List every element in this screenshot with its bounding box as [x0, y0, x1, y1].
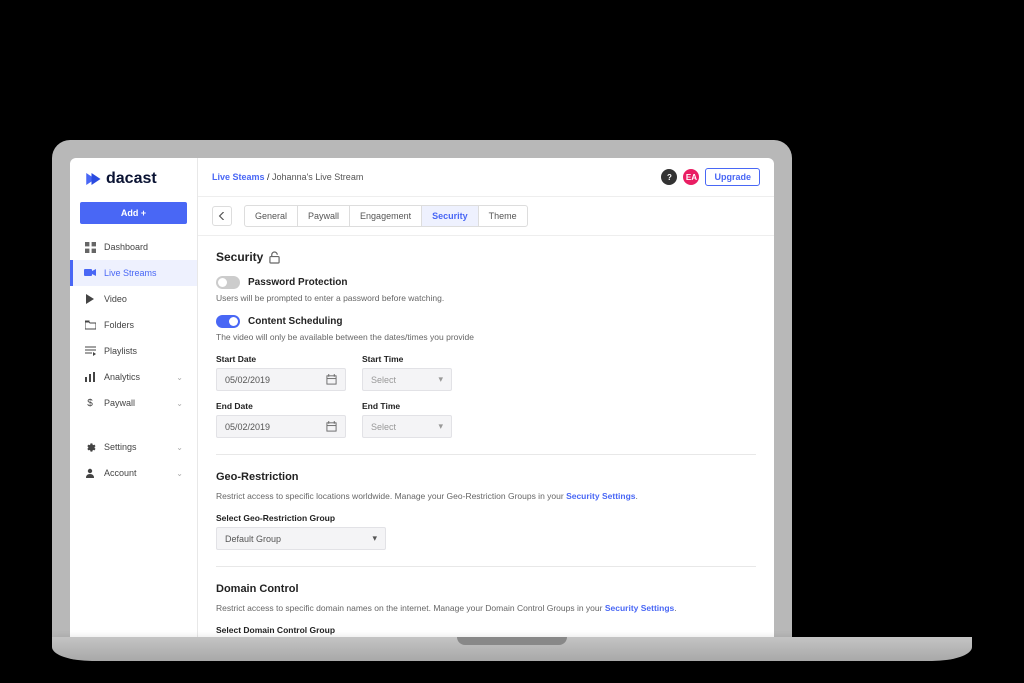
tab-general[interactable]: General [245, 206, 298, 226]
nav-account[interactable]: Account ⌄ [70, 460, 197, 486]
calendar-icon [326, 374, 337, 385]
camera-icon [84, 267, 96, 279]
nav-label: Analytics [104, 372, 140, 382]
tab-theme[interactable]: Theme [479, 206, 527, 226]
start-time-select[interactable]: Select ▾ [362, 368, 452, 391]
user-icon [84, 467, 96, 479]
security-heading: Security [216, 250, 756, 264]
chevron-down-icon: ⌄ [176, 399, 183, 408]
upgrade-button[interactable]: Upgrade [705, 168, 760, 186]
domain-select-label: Select Domain Control Group [216, 625, 756, 635]
nav-label: Folders [104, 320, 134, 330]
breadcrumb: Live Steams / Johanna's Live Stream [212, 172, 363, 182]
calendar-icon [326, 421, 337, 432]
sidebar: dacast Add + Dashboard Live Streams Vide… [70, 158, 198, 638]
nav-label: Account [104, 468, 137, 478]
brand-name: dacast [106, 170, 157, 188]
domain-heading: Domain Control [216, 583, 756, 595]
password-protection-label: Password Protection [248, 277, 347, 288]
dollar-icon: $ [84, 397, 96, 409]
chevron-down-icon: ⌄ [176, 373, 183, 382]
security-settings-link[interactable]: Security Settings [566, 491, 635, 501]
nav-label: Live Streams [104, 268, 157, 278]
tabbar: General Paywall Engagement Security Them… [198, 197, 774, 236]
nav-label: Video [104, 294, 127, 304]
nav-label: Settings [104, 442, 137, 452]
start-time-label: Start Time [362, 354, 452, 364]
end-time-label: End Time [362, 401, 452, 411]
tab-security[interactable]: Security [422, 206, 479, 226]
security-settings-link[interactable]: Security Settings [605, 603, 674, 613]
password-protection-desc: Users will be prompted to enter a passwo… [216, 293, 756, 303]
content-scheduling-label: Content Scheduling [248, 316, 342, 327]
chevron-down-icon: ⌄ [176, 443, 183, 452]
nav-label: Paywall [104, 398, 135, 408]
end-date-input[interactable]: 05/02/2019 [216, 415, 346, 438]
breadcrumb-parent[interactable]: Live Steams [212, 172, 265, 182]
content: Security Password Protection Users will … [198, 236, 774, 638]
geo-heading: Geo-Restriction [216, 471, 756, 483]
content-scheduling-row: Content Scheduling [216, 315, 756, 328]
nav-dashboard[interactable]: Dashboard [70, 234, 197, 260]
tabs: General Paywall Engagement Security Them… [244, 205, 528, 227]
nav-playlists[interactable]: Playlists [70, 338, 197, 364]
dashboard-icon [84, 241, 96, 253]
nav-label: Dashboard [104, 242, 148, 252]
nav-paywall[interactable]: $ Paywall ⌄ [70, 390, 197, 416]
back-button[interactable] [212, 206, 232, 226]
content-scheduling-toggle[interactable] [216, 315, 240, 328]
nav-analytics[interactable]: Analytics ⌄ [70, 364, 197, 390]
geo-desc: Restrict access to specific locations wo… [216, 491, 756, 501]
topbar: Live Steams / Johanna's Live Stream ? EA… [198, 158, 774, 197]
tab-engagement[interactable]: Engagement [350, 206, 422, 226]
start-date-label: Start Date [216, 354, 346, 364]
gear-icon [84, 441, 96, 453]
password-protection-row: Password Protection [216, 276, 756, 289]
lock-open-icon [269, 251, 280, 264]
chevron-down-icon: ⌄ [176, 469, 183, 478]
caret-down-icon: ▾ [372, 533, 377, 544]
nav-settings[interactable]: Settings ⌄ [70, 434, 197, 460]
divider [216, 454, 756, 455]
avatar[interactable]: EA [683, 169, 699, 185]
nav-live-streams[interactable]: Live Streams [70, 260, 197, 286]
end-time-select[interactable]: Select ▾ [362, 415, 452, 438]
add-button[interactable]: Add + [80, 202, 187, 224]
play-icon [84, 293, 96, 305]
domain-desc: Restrict access to specific domain names… [216, 603, 756, 613]
start-date-input[interactable]: 05/02/2019 [216, 368, 346, 391]
brand-logo: dacast [70, 158, 197, 198]
caret-down-icon: ▾ [438, 374, 443, 385]
list-icon [84, 345, 96, 357]
nav-video[interactable]: Video [70, 286, 197, 312]
main-panel: Live Steams / Johanna's Live Stream ? EA… [198, 158, 774, 638]
nav-label: Playlists [104, 346, 137, 356]
breadcrumb-current: Johanna's Live Stream [272, 172, 363, 182]
caret-down-icon: ▾ [438, 421, 443, 432]
chevron-left-icon [218, 212, 226, 220]
nav-folders[interactable]: Folders [70, 312, 197, 338]
geo-select[interactable]: Default Group ▾ [216, 527, 386, 550]
end-date-label: End Date [216, 401, 346, 411]
divider [216, 566, 756, 567]
logo-icon [84, 170, 102, 188]
bars-icon [84, 371, 96, 383]
help-icon[interactable]: ? [661, 169, 677, 185]
password-protection-toggle[interactable] [216, 276, 240, 289]
folder-icon [84, 319, 96, 331]
content-scheduling-desc: The video will only be available between… [216, 332, 756, 342]
tab-paywall[interactable]: Paywall [298, 206, 350, 226]
geo-select-label: Select Geo-Restriction Group [216, 513, 756, 523]
nav: Dashboard Live Streams Video Folders Pla… [70, 234, 197, 638]
